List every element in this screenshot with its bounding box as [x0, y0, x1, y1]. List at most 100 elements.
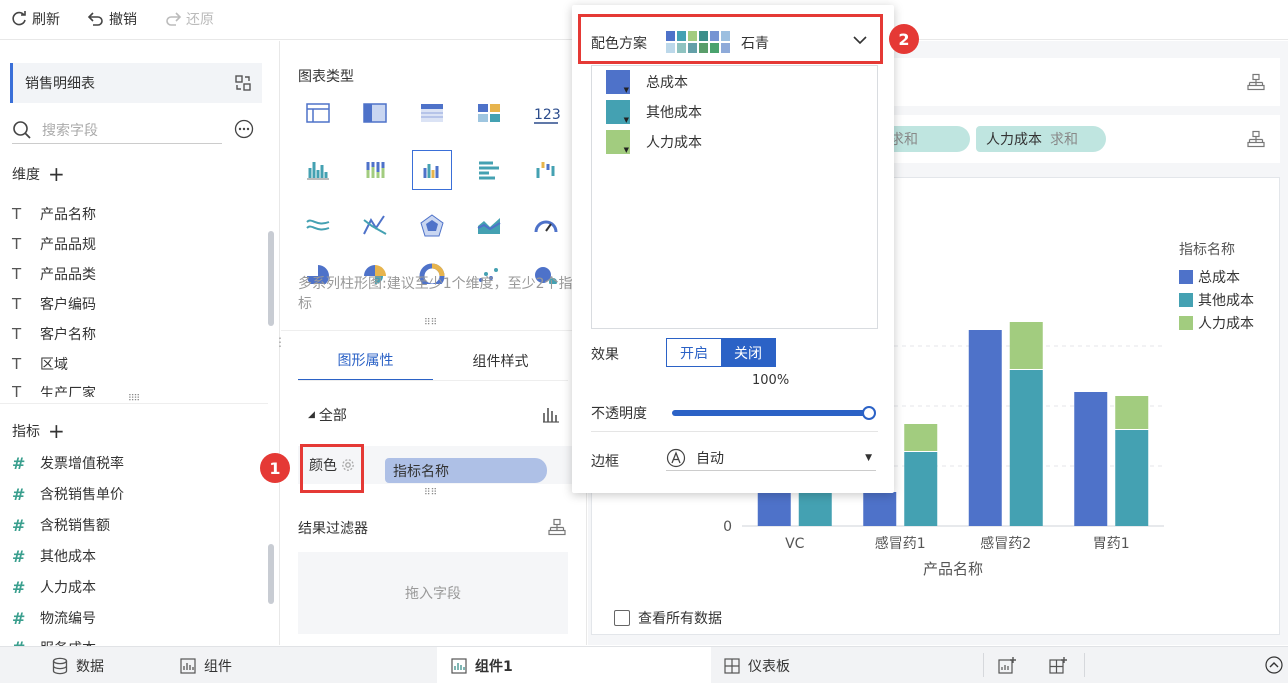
tab-component1[interactable]: 组件1	[437, 647, 711, 683]
series-color-swatch[interactable]: ▼	[606, 130, 630, 154]
detail-table-icon[interactable]	[412, 94, 452, 134]
measure-field[interactable]: # 含税销售单价	[12, 483, 124, 505]
dimension-field[interactable]: T 客户名称	[12, 323, 96, 345]
dimension-field-label: 产品品规	[40, 237, 96, 253]
legend-swatch	[1179, 270, 1193, 284]
measure-pill-name: 人力成本	[986, 132, 1042, 148]
tab-data[interactable]: 数据	[52, 647, 104, 683]
caret-down-icon: ▼	[865, 452, 872, 463]
polyline-icon[interactable]	[355, 206, 395, 246]
stacked-bar-icon[interactable]	[355, 150, 395, 190]
tab-dashboard-label: 仪表板	[748, 658, 790, 675]
waterfall-bar-icon[interactable]	[526, 150, 566, 190]
color-field-pill[interactable]: 指标名称	[385, 458, 547, 483]
all-series-toggle[interactable]: ◢ 全部	[308, 405, 347, 425]
bar-other-cost	[1115, 430, 1149, 526]
bar-other-cost	[1009, 370, 1043, 526]
kpi-block-icon[interactable]	[469, 94, 509, 134]
grouped-bar-icon[interactable]	[298, 150, 338, 190]
measure-pill-agg: 求和	[890, 132, 918, 148]
filter-drop-zone[interactable]: 拖入字段	[298, 552, 568, 634]
chart-type-resize-handle[interactable]: ⠿⠿	[424, 318, 437, 328]
measure-scrollbar[interactable]	[268, 544, 274, 604]
column-hierarchy-icon[interactable]	[1247, 130, 1265, 148]
legend-label: 总成本	[1198, 270, 1240, 286]
redo-button[interactable]: 还原	[164, 8, 214, 30]
field-search[interactable]: 搜索字段	[12, 116, 222, 144]
y-tick-label: 0	[723, 519, 732, 535]
opacity-slider-handle[interactable]	[862, 406, 876, 420]
chart-type-hint: 多系列柱形图:建议至少1个维度，至少2个指标	[298, 276, 573, 312]
measure-field[interactable]: # 发票增值税率	[12, 452, 124, 474]
measure-field[interactable]: # 人力成本	[12, 576, 96, 598]
dimension-scrollbar[interactable]	[268, 231, 274, 326]
dimension-field-label: 产品品类	[40, 267, 96, 283]
radar-chart-icon[interactable]	[412, 206, 452, 246]
dimension-field[interactable]: T 生产厂家	[12, 383, 96, 397]
redo-icon	[166, 12, 182, 26]
color-scheme-popup: 配色方案 石青 ▼ 总成本 ▼ 其他成本 ▼ 人力成本 效果 开启 关闭 100% 不透明…	[572, 5, 894, 493]
add-component-icon[interactable]	[998, 657, 1016, 675]
dimension-field[interactable]: T 客户编码	[12, 293, 96, 315]
color-row-resize-handle[interactable]: ⠿⠿	[424, 488, 437, 498]
measure-field[interactable]: # 其他成本	[12, 545, 96, 567]
dataset-selector[interactable]: 销售明细表	[10, 63, 262, 103]
dashboard-icon	[724, 657, 740, 674]
tab-graph-properties[interactable]: 图形属性	[298, 341, 433, 381]
series-color-item[interactable]: ▼ 总成本	[606, 69, 688, 95]
table-chart-icon[interactable]	[298, 94, 338, 134]
legend-swatch	[1179, 293, 1193, 307]
dimension-field[interactable]: T 产品品规	[12, 233, 96, 255]
more-options-icon[interactable]	[234, 119, 254, 139]
tab-dashboard[interactable]: 仪表板	[724, 647, 790, 683]
opacity-slider-track[interactable]	[672, 410, 868, 416]
gauge-icon[interactable]	[526, 206, 566, 246]
bar-total-cost	[863, 492, 897, 526]
cross-table-icon[interactable]	[355, 94, 395, 134]
collapse-up-icon[interactable]	[1265, 656, 1283, 674]
filter-hierarchy-icon[interactable]	[548, 518, 566, 536]
bar-other-cost	[904, 452, 938, 526]
refresh-button[interactable]: 刷新	[10, 8, 60, 30]
border-select[interactable]: 自动 ▼	[666, 445, 876, 471]
dimension-field[interactable]: T 产品品类	[12, 263, 96, 285]
text-type-icon: T	[12, 325, 22, 343]
area-chart-icon[interactable]	[469, 206, 509, 246]
show-all-data-checkbox[interactable]: 查看所有数据	[614, 608, 722, 628]
text-type-icon: T	[12, 205, 22, 223]
divider	[1084, 653, 1085, 677]
effect-on-option[interactable]: 开启	[667, 339, 721, 366]
data-fields-panel: 销售明细表 搜索字段 维度 + T 产品名称 T 产品品规 T 产品品类 T 客户编码 T 客户名…	[0, 41, 280, 648]
undo-button[interactable]: 撤销	[87, 8, 137, 30]
line-chart-icon[interactable]	[298, 206, 338, 246]
horizontal-bar-icon[interactable]	[469, 150, 509, 190]
dimension-field-label: 客户编码	[40, 297, 96, 313]
add-dimension-icon[interactable]: +	[48, 164, 65, 184]
divider	[983, 653, 984, 677]
tab-component-style[interactable]: 组件样式	[433, 341, 568, 381]
series-color-label: 人力成本	[646, 135, 702, 151]
switch-dataset-icon[interactable]	[234, 74, 252, 92]
add-measure-icon[interactable]: +	[48, 421, 65, 441]
row-hierarchy-icon[interactable]	[1247, 73, 1265, 91]
series-color-item[interactable]: ▼ 人力成本	[606, 129, 702, 155]
search-input[interactable]: 搜索字段	[42, 120, 98, 140]
dimension-field[interactable]: T 区域	[12, 353, 68, 375]
effect-label: 效果	[591, 347, 619, 363]
tab-component[interactable]: 组件	[180, 647, 232, 683]
checkbox-box[interactable]	[614, 610, 630, 626]
effect-off-option[interactable]: 关闭	[721, 339, 775, 366]
dimension-field[interactable]: T 产品名称	[12, 203, 96, 225]
effect-toggle[interactable]: 开启 关闭	[666, 338, 776, 367]
measure-pill[interactable]: 人力成本 求和	[976, 126, 1106, 152]
add-dashboard-icon[interactable]	[1049, 657, 1067, 675]
bar-chart-icon[interactable]	[542, 405, 560, 423]
series-color-item[interactable]: ▼ 其他成本	[606, 99, 702, 125]
x-tick-label: 感冒药1	[875, 535, 926, 552]
series-color-swatch[interactable]: ▼	[606, 100, 630, 124]
measure-field[interactable]: # 物流编号	[12, 607, 96, 629]
multi-series-bar-icon[interactable]	[412, 150, 452, 190]
number-card-icon[interactable]: 123	[526, 94, 566, 134]
series-color-swatch[interactable]: ▼	[606, 70, 630, 94]
measure-field[interactable]: # 含税销售额	[12, 514, 110, 536]
